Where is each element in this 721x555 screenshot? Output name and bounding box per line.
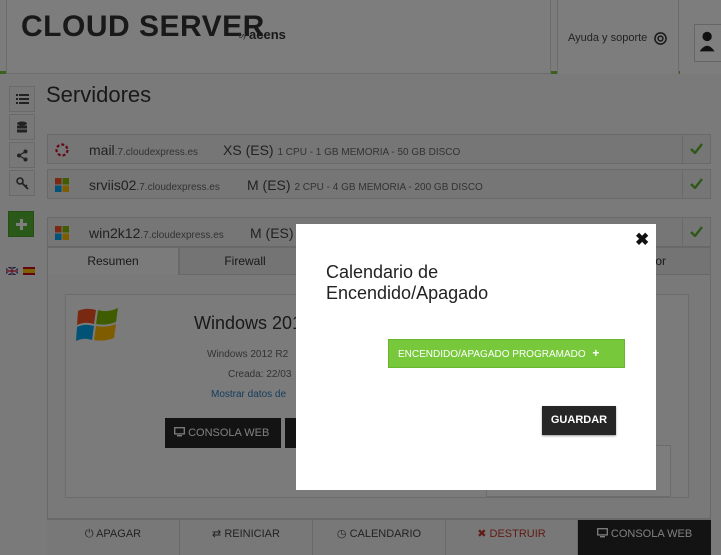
save-button[interactable]: GUARDAR [542, 406, 616, 435]
scheduled-power-button[interactable]: ENCENDIDO/APAGADO PROGRAMADO + [388, 339, 625, 368]
power-schedule-modal: ✖ Calendario de Encendido/Apagado ENCEND… [296, 224, 656, 490]
plus-icon: + [592, 346, 600, 360]
modal-title: Calendario de Encendido/Apagado [326, 262, 489, 303]
scheduled-power-label: ENCENDIDO/APAGADO PROGRAMADO [398, 349, 586, 360]
close-icon[interactable]: ✖ [635, 230, 649, 250]
